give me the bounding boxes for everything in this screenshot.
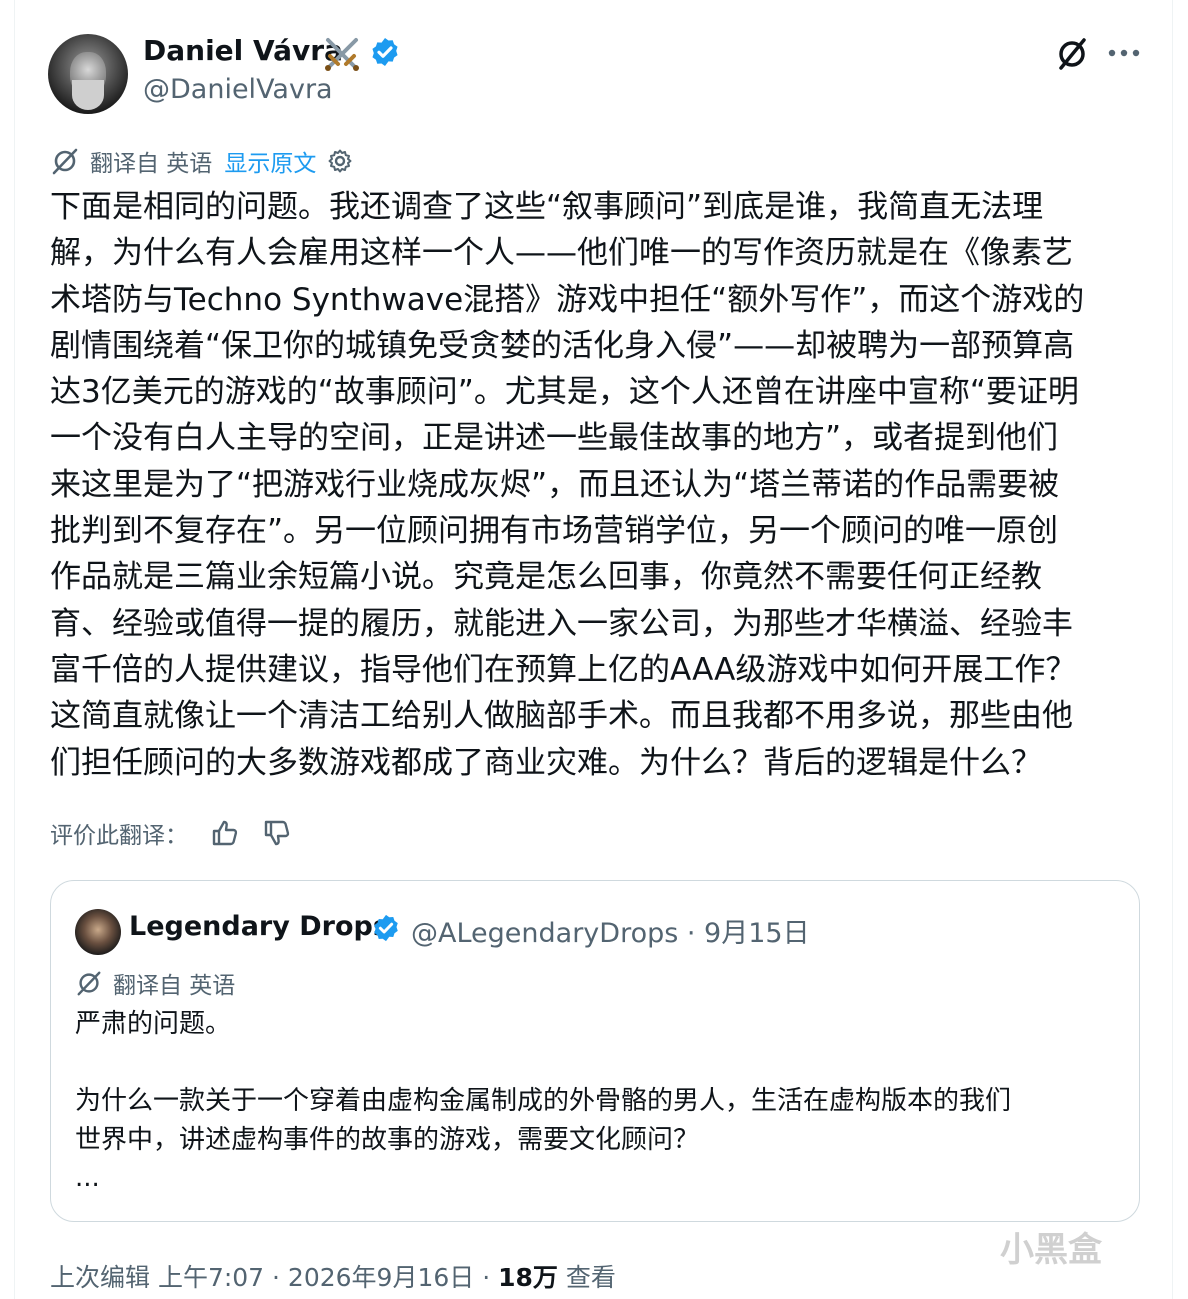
swords-icon — [325, 38, 359, 71]
translated-from-label: 翻译自 英语 — [90, 151, 213, 177]
quoted-handle-date[interactable]: @ALegendaryDrops · 9月15日 — [411, 911, 810, 950]
quoted-translated-from-label: 翻译自 英语 — [113, 973, 236, 999]
grok-icon[interactable] — [1052, 34, 1092, 74]
tweet-text: 下面是相同的问题。我还调查了这些“叙事顾问”到底是谁，我简直无法理 解，为什么有… — [50, 189, 1085, 781]
frame-border-right — [1172, 0, 1173, 1299]
verified-badge-icon[interactable] — [369, 36, 401, 68]
more-options-icon[interactable] — [1104, 38, 1144, 68]
translate-icon — [77, 971, 101, 996]
translate-icon — [52, 148, 78, 175]
show-original-link[interactable]: 显示原文 — [224, 144, 316, 178]
quoted-tweet-text: 严肃的问题。 为什么一款关于一个穿着由虚构金属制成的外骨骼的男人，生活在虚构版本… — [75, 1009, 1012, 1193]
thumbs-up-icon[interactable] — [210, 818, 240, 848]
views-label: 查看 — [557, 1263, 616, 1292]
verified-badge-icon[interactable] — [371, 913, 401, 943]
translation-info: 翻译自 英语 显示原文 — [50, 144, 354, 178]
rate-translation: 评价此翻译： — [50, 814, 292, 852]
gear-icon[interactable] — [326, 147, 354, 175]
author-avatar[interactable] — [48, 34, 128, 114]
thumbs-down-icon[interactable] — [262, 818, 292, 848]
rate-translation-label: 评价此翻译： — [50, 823, 188, 849]
views-count: 18万 — [498, 1263, 558, 1292]
quoted-author-name[interactable]: Legendary Drops — [129, 911, 389, 942]
avatar-beard — [72, 80, 104, 110]
edit-time-date[interactable]: 上次编辑 上午7:07 · 2026年9月16日 · — [50, 1263, 498, 1292]
quoted-author-avatar[interactable] — [75, 909, 121, 955]
quoted-translation-info: 翻译自 英语 — [75, 967, 235, 999]
author-name[interactable]: Daniel Vávra — [143, 34, 343, 67]
tweet-footer-meta: 上次编辑 上午7:07 · 2026年9月16日 · 18万 查看 — [50, 1258, 616, 1294]
quoted-tweet-card[interactable]: Legendary Drops @ALegendaryDrops · 9月15日… — [50, 880, 1140, 1222]
frame-border-left — [14, 0, 15, 1299]
author-handle[interactable]: @DanielVavra — [143, 74, 333, 105]
watermark-logo: 小黑盒 — [1000, 1230, 1102, 1270]
